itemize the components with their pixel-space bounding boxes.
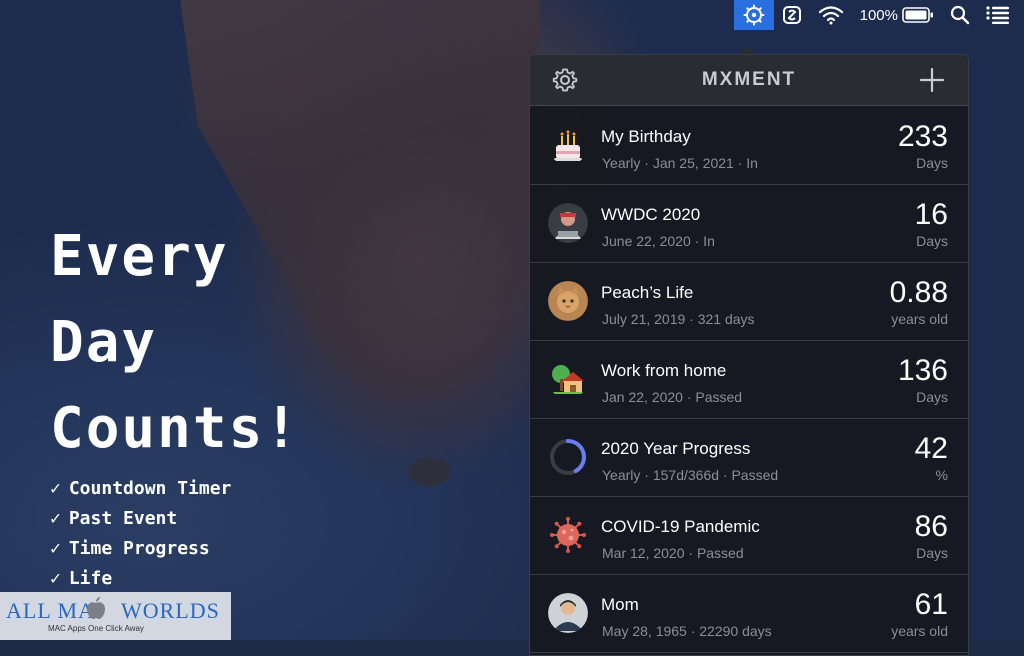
virus-icon xyxy=(550,517,586,553)
feature-label: Life xyxy=(68,568,113,589)
feature-item: ✓ Time Progress xyxy=(50,534,231,564)
wwdc-avatar-icon xyxy=(548,203,588,243)
plus-icon[interactable] xyxy=(919,67,945,93)
birthday-cake-icon xyxy=(554,130,582,161)
event-row[interactable]: Work from home Jan 22, 2020 · Passed 136… xyxy=(530,340,968,419)
event-title: Work from home xyxy=(601,361,727,380)
popover-header: MXMENT xyxy=(530,55,968,106)
event-unit: Days xyxy=(916,389,948,405)
event-row[interactable]: WWDC 2020 June 22, 2020 · In 16 Days xyxy=(530,184,968,263)
event-value: 233 xyxy=(897,120,948,153)
event-subtitle: Yearly · Jan 25, 2021 · In xyxy=(602,155,758,171)
hero-headline: Every Day Counts! xyxy=(50,214,300,472)
event-row[interactable]: COVID-19 Pandemic Mar 12, 2020 · Passed … xyxy=(530,496,968,575)
event-title: Peach’s Life xyxy=(601,283,694,302)
event-value: 42 xyxy=(914,432,948,465)
house-icon xyxy=(552,365,584,394)
watermark-subtitle: MAC Apps One Click Away xyxy=(48,624,144,633)
event-subtitle: June 22, 2020 · In xyxy=(602,233,715,249)
check-icon: ✓ xyxy=(50,508,61,529)
feature-list: ✓ Countdown Timer ✓ Past Event ✓ Time Progr… xyxy=(50,474,231,594)
hero-headline-line: Day xyxy=(50,310,158,375)
battery-menubar-icon[interactable] xyxy=(902,0,942,30)
event-title: WWDC 2020 xyxy=(601,205,701,224)
event-unit: % xyxy=(935,467,948,483)
cat-photo-icon xyxy=(548,281,588,321)
event-unit: Days xyxy=(916,233,948,249)
feature-label: Time Progress xyxy=(68,538,210,559)
feature-item: ✓ Life xyxy=(50,564,231,594)
notification-center-menubar-icon[interactable] xyxy=(978,0,1024,30)
notification-center-icon xyxy=(986,6,1009,24)
app-title: MXMENT xyxy=(701,69,797,90)
event-title: 2020 Year Progress xyxy=(601,439,751,458)
event-unit: years old xyxy=(891,311,948,327)
wifi-icon xyxy=(818,6,843,25)
progress-ring-icon xyxy=(550,439,586,475)
event-value: 61 xyxy=(914,588,948,621)
event-row[interactable]: Mom May 28, 1965 · 22290 days 61 years o… xyxy=(530,574,968,653)
spotlight-search-icon xyxy=(950,5,970,25)
check-icon: ✓ xyxy=(50,568,61,589)
apple-logo-icon xyxy=(87,597,105,619)
feature-label: Countdown Timer xyxy=(68,478,232,499)
event-title: Mom xyxy=(601,595,639,614)
event-row[interactable]: 2020 Year Progress Yearly · 157d/366d · … xyxy=(530,418,968,497)
event-row[interactable]: My Birthday Yearly · Jan 25, 2021 · In 2… xyxy=(530,106,968,185)
moment-popover: MXMENT My Birthday Yearly · Jan 25, 2021… xyxy=(529,54,969,656)
person-photo-icon xyxy=(548,593,588,633)
watermark: ALL MA WORLDS MAC Apps One Click Away xyxy=(0,592,231,640)
wallpaper-rock xyxy=(408,458,450,486)
check-icon: ✓ xyxy=(50,538,61,559)
event-title: COVID-19 Pandemic xyxy=(601,517,760,536)
event-value: 0.88 xyxy=(889,276,948,309)
check-icon: ✓ xyxy=(50,478,61,499)
event-unit: Days xyxy=(916,155,948,171)
event-subtitle: Yearly · 157d/366d · Passed xyxy=(602,467,779,483)
menu-bar: 100% xyxy=(0,0,1024,30)
hero-headline-line: Every xyxy=(50,224,229,289)
battery-percent[interactable]: 100% xyxy=(852,0,902,30)
moment-app-icon xyxy=(743,4,765,26)
spotlight-menubar-icon[interactable] xyxy=(942,0,978,30)
event-unit: Days xyxy=(916,545,948,561)
hero-headline-line: Counts! xyxy=(50,396,301,461)
watermark-title-start: ALL MA xyxy=(6,598,95,623)
event-value: 136 xyxy=(897,354,948,387)
event-unit: years old xyxy=(891,623,948,639)
feature-item: ✓ Countdown Timer xyxy=(50,474,231,504)
feature-label: Past Event xyxy=(68,508,178,529)
script-editor-icon xyxy=(782,6,801,24)
event-subtitle: Jan 22, 2020 · Passed xyxy=(602,389,743,405)
event-row[interactable]: Peach’s Life July 21, 2019 · 321 days 0.… xyxy=(530,262,968,341)
event-subtitle: Mar 12, 2020 · Passed xyxy=(602,545,744,561)
watermark-title-end: WORLDS xyxy=(114,598,220,623)
event-value: 16 xyxy=(914,198,948,231)
event-value: 86 xyxy=(914,510,948,543)
watermark-title: ALL MA WORLDS xyxy=(6,598,220,624)
script-editor-menubar-icon[interactable] xyxy=(774,0,810,30)
wifi-menubar-icon[interactable] xyxy=(810,0,852,30)
event-subtitle: May 28, 1965 · 22290 days xyxy=(602,623,772,639)
event-subtitle: July 21, 2019 · 321 days xyxy=(602,311,755,327)
battery-icon xyxy=(902,7,933,23)
feature-item: ✓ Past Event xyxy=(50,504,231,534)
moment-menubar-icon[interactable] xyxy=(733,0,774,30)
event-title: My Birthday xyxy=(601,127,691,146)
